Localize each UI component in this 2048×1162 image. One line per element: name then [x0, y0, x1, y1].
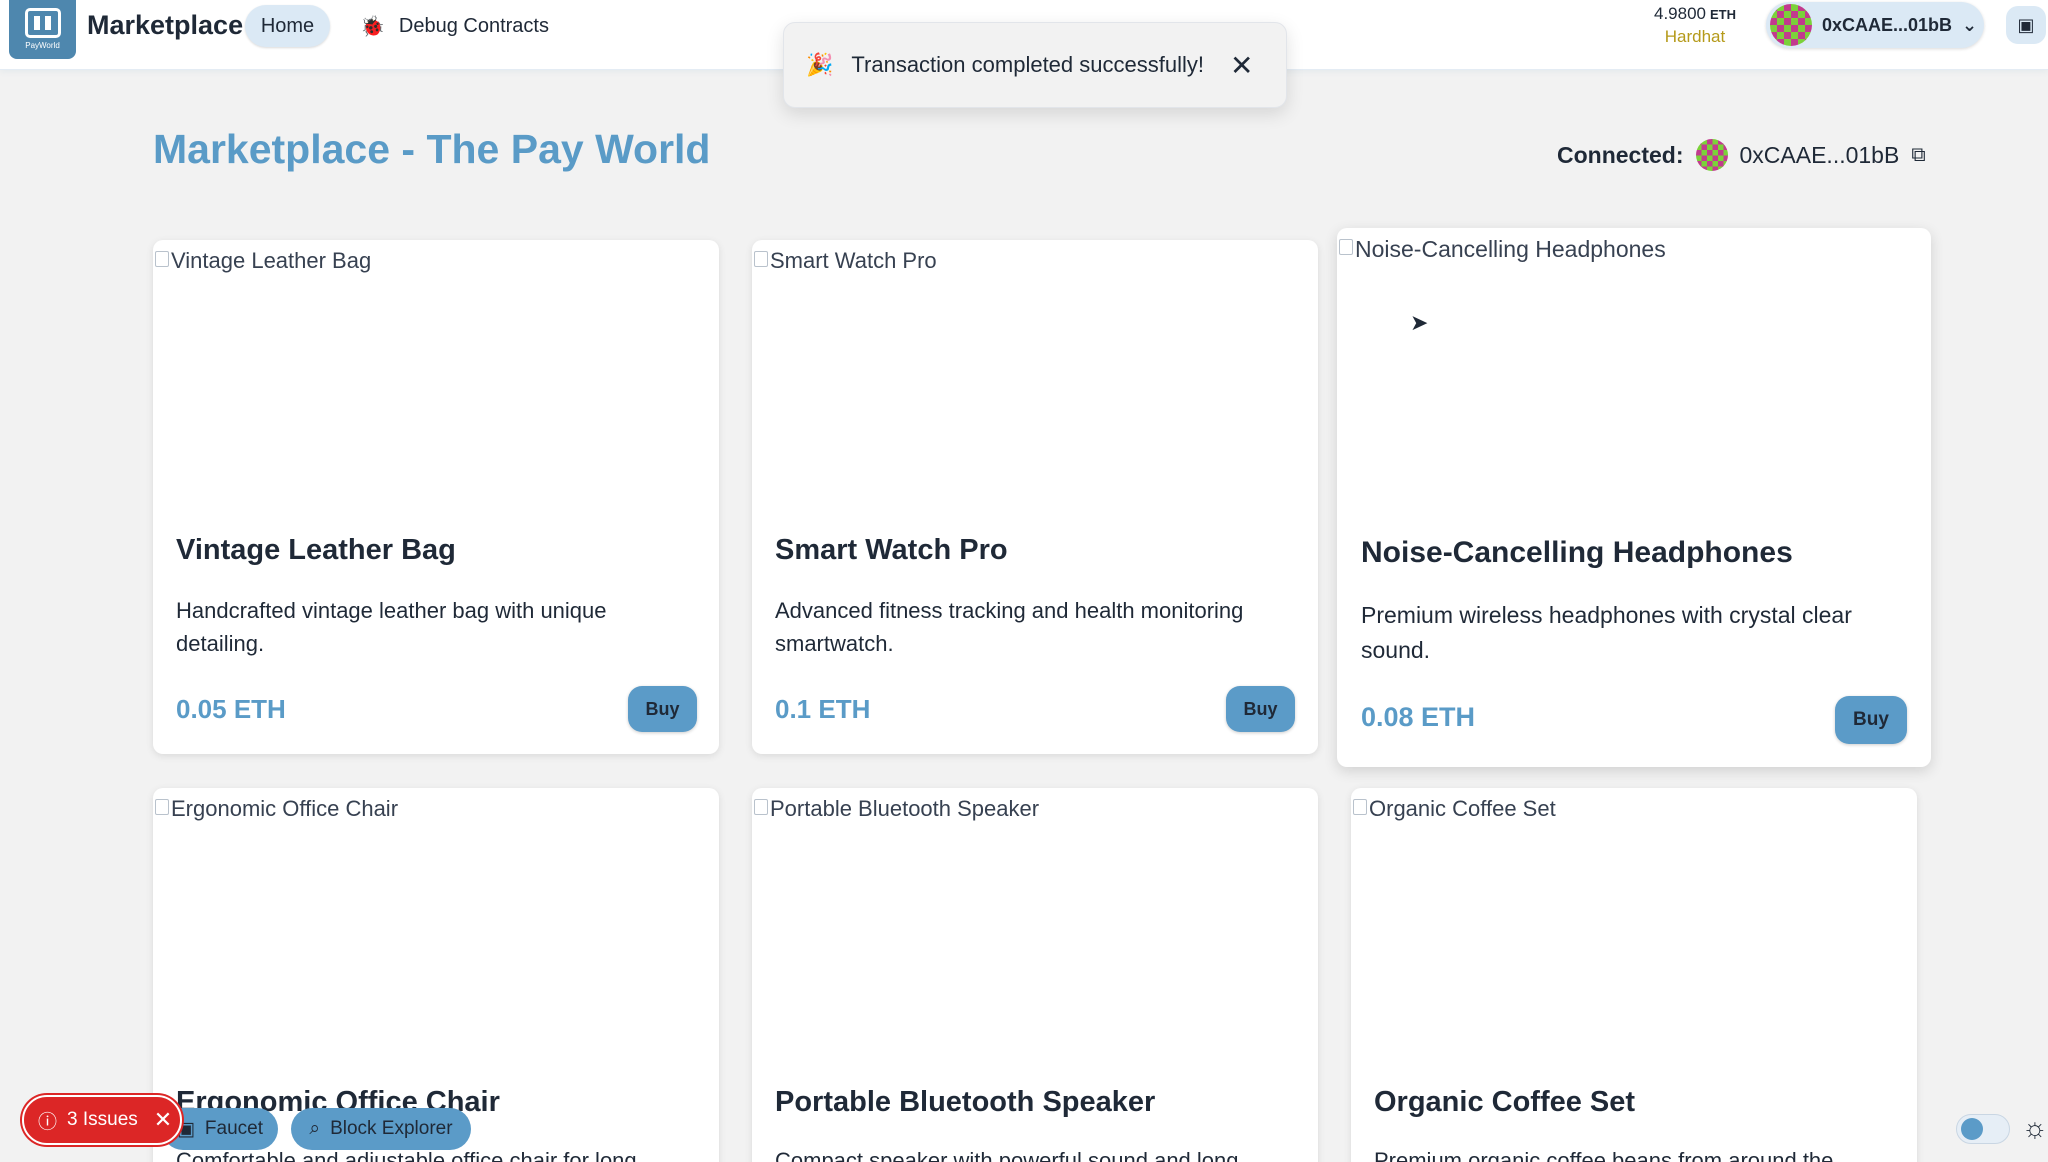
broken-image-icon	[754, 251, 768, 267]
account-avatar	[1770, 4, 1812, 46]
product-card: Portable Bluetooth Speaker Portable Blue…	[752, 788, 1318, 1162]
block-explorer-button[interactable]: ⌕ Block Explorer	[291, 1108, 471, 1150]
product-image: Organic Coffee Set	[1351, 788, 1556, 822]
product-card: Ergonomic Office Chair Ergonomic Office …	[153, 788, 719, 1162]
buy-button[interactable]: Buy	[628, 686, 697, 732]
product-card: Vintage Leather Bag Vintage Leather Bag …	[153, 240, 719, 754]
product-card: Smart Watch Pro Smart Watch Pro Advanced…	[752, 240, 1318, 754]
product-price: 0.05 ETH	[176, 694, 286, 724]
connected-address: 0xCAAE...01bB	[1739, 141, 1900, 168]
product-image: Smart Watch Pro	[752, 240, 937, 274]
party-popper-icon: 🎉	[806, 52, 834, 77]
account-dropdown-button[interactable]: 0xCAAE...01bB ⌄	[1766, 2, 1984, 48]
broken-image-icon	[155, 251, 169, 267]
product-description: Premium wireless headphones with crystal…	[1361, 602, 1852, 663]
search-icon: ⌕	[309, 1118, 321, 1139]
chevron-down-icon: ⌄	[1962, 14, 1978, 35]
product-title: Vintage Leather Bag	[176, 534, 456, 566]
broken-image-icon	[1339, 239, 1353, 255]
product-image: Vintage Leather Bag	[153, 240, 371, 274]
issues-badge[interactable]: ⓘ 3 Issues ✕	[22, 1095, 182, 1145]
product-card: Organic Coffee Set Organic Coffee Set Pr…	[1351, 788, 1917, 1162]
nav-debug-contracts-link[interactable]: 🐞 Debug Contracts	[360, 5, 549, 47]
product-title: Noise-Cancelling Headphones	[1361, 536, 1793, 569]
product-description: Handcrafted vintage leather bag with uni…	[176, 598, 607, 656]
nav-home-link[interactable]: Home	[245, 5, 330, 47]
connected-avatar	[1695, 139, 1728, 171]
product-card-hovered: Noise-Cancelling Headphones Noise-Cancel…	[1337, 228, 1931, 767]
brand-title[interactable]: Marketplace	[87, 10, 243, 41]
broken-image-icon	[1353, 799, 1367, 815]
product-image: Portable Bluetooth Speaker	[752, 788, 1039, 822]
product-title: Smart Watch Pro	[775, 534, 1008, 566]
connected-label: Connected:	[1557, 141, 1684, 168]
logo-text: PayWorld	[25, 40, 60, 50]
bug-icon: 🐞	[360, 15, 385, 38]
toggle-knob	[1961, 1118, 1983, 1140]
network-name: Hardhat	[1664, 27, 1726, 46]
alert-circle-icon: ⓘ	[38, 1111, 58, 1133]
close-icon[interactable]: ✕	[1230, 49, 1253, 82]
success-toast: 🎉 Transaction completed successfully! ✕	[783, 22, 1287, 108]
product-description: Compact speaker with powerful sound and …	[775, 1148, 1239, 1162]
copy-icon[interactable]: ⧉	[1911, 144, 1925, 167]
broken-image-icon	[754, 799, 768, 815]
product-image: Ergonomic Office Chair	[153, 788, 398, 822]
product-title: Portable Bluetooth Speaker	[775, 1086, 1156, 1118]
account-address: 0xCAAE...01bB	[1822, 14, 1953, 35]
qr-icon: ▣	[2017, 14, 2035, 35]
product-price: 0.08 ETH	[1361, 702, 1476, 732]
product-price: 0.1 ETH	[775, 694, 871, 724]
faucet-label: Faucet	[204, 1118, 264, 1139]
buy-button[interactable]: Buy	[1226, 686, 1295, 732]
qr-code-button[interactable]: ▣	[2006, 6, 2046, 44]
page-title: Marketplace - The Pay World	[153, 126, 711, 172]
balance-unit: ETH	[1710, 7, 1736, 22]
theme-toggle[interactable]	[1956, 1114, 2010, 1144]
logo-mark-icon	[24, 7, 61, 38]
block-explorer-label: Block Explorer	[330, 1118, 453, 1139]
close-icon[interactable]: ✕	[154, 1107, 172, 1133]
nav-debug-label: Debug Contracts	[398, 14, 549, 37]
product-title: Organic Coffee Set	[1374, 1086, 1636, 1118]
sun-icon: ☼	[2022, 1112, 2048, 1143]
wallet-balance: 4.9800 ETH Hardhat	[1640, 4, 1750, 47]
connected-account: Connected: 0xCAAE...01bB ⧉	[1557, 138, 1926, 172]
product-description: Advanced fitness tracking and health mon…	[775, 598, 1244, 656]
product-description: Premium organic coffee beans from around…	[1374, 1148, 1834, 1162]
buy-button[interactable]: Buy	[1835, 696, 1907, 744]
toast-message: Transaction completed successfully!	[851, 52, 1204, 77]
balance-value: 4.9800	[1654, 4, 1706, 23]
product-image: Noise-Cancelling Headphones	[1337, 228, 1666, 263]
mouse-cursor-icon: ➤	[1410, 310, 1429, 335]
payworld-logo[interactable]: PayWorld	[9, 0, 76, 59]
issues-label: 3 Issues	[67, 1109, 138, 1130]
broken-image-icon	[155, 799, 169, 815]
